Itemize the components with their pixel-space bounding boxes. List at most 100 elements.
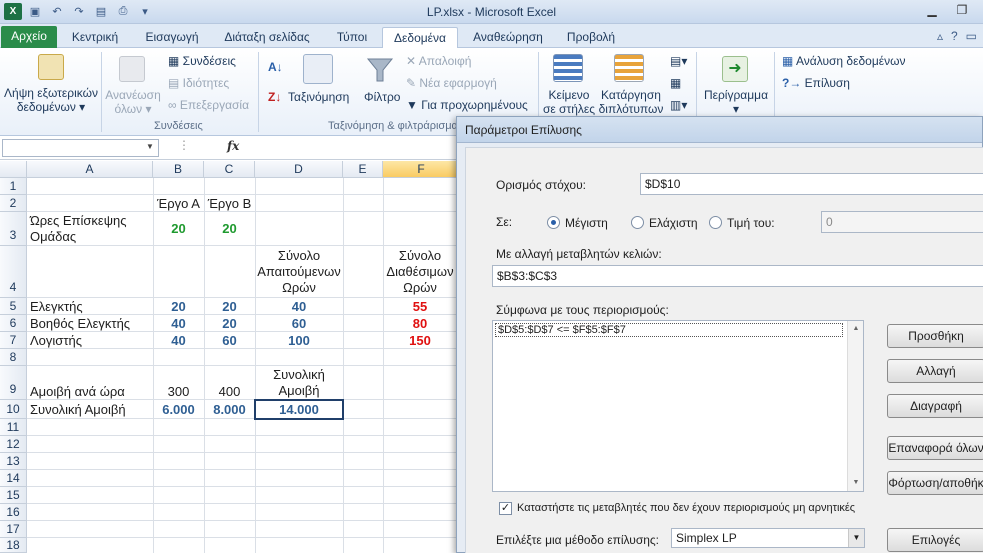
- add-button[interactable]: Προσθήκη: [887, 324, 983, 348]
- row-header[interactable]: 2: [0, 195, 27, 212]
- cell-a7[interactable]: Λογιστής: [27, 332, 153, 349]
- filter-button[interactable]: Φίλτρο: [364, 90, 400, 104]
- column-header-f[interactable]: F: [383, 161, 460, 178]
- constraints-scrollbar[interactable]: ▲ ▼: [847, 321, 863, 491]
- cell-a10[interactable]: Συνολική Αμοιβή: [27, 400, 153, 419]
- cell-c5[interactable]: 20: [204, 298, 255, 315]
- what-if-icon[interactable]: ▥▾: [670, 98, 687, 112]
- row-header[interactable]: 14: [0, 470, 27, 487]
- min-radio[interactable]: [631, 216, 644, 229]
- cell-a3[interactable]: Ώρες Επίσκεψης Ομάδας: [27, 212, 147, 246]
- row-header[interactable]: 13: [0, 453, 27, 470]
- row-header[interactable]: 10: [0, 400, 27, 419]
- cell-c9[interactable]: 400: [204, 383, 255, 400]
- row-header[interactable]: 15: [0, 487, 27, 504]
- cell-d9[interactable]: Συνολική Αμοιβή: [255, 366, 343, 400]
- scroll-down-icon[interactable]: ▼: [848, 475, 864, 491]
- row-header[interactable]: 4: [0, 246, 27, 298]
- tab-page-layout[interactable]: Διάταξη σελίδας: [218, 27, 316, 48]
- sort-button[interactable]: Ταξινόμηση: [288, 90, 349, 104]
- name-box-dropdown-icon[interactable]: ▼: [146, 142, 154, 151]
- column-header-d[interactable]: D: [255, 161, 343, 178]
- cell-c3[interactable]: 20: [204, 212, 255, 246]
- get-external-data-button[interactable]: Λήψη εξωτερικών δεδομένων ▾: [2, 86, 100, 114]
- max-radio[interactable]: [547, 216, 560, 229]
- column-header-a[interactable]: A: [27, 161, 153, 178]
- cell-c2[interactable]: Έργο Β: [204, 195, 255, 212]
- constraints-list[interactable]: $D$5:$D$7 <= $F$5:$F$7 ▲ ▼: [492, 320, 864, 492]
- solver-button[interactable]: ?→ Επίλυση: [782, 76, 850, 90]
- row-header[interactable]: 18: [0, 538, 27, 553]
- cell-a5[interactable]: Ελεγκτής: [27, 298, 153, 315]
- tab-review[interactable]: Αναθεώρηση: [466, 27, 550, 48]
- data-validation-icon[interactable]: ▤▾: [670, 54, 687, 68]
- column-header-b[interactable]: B: [153, 161, 204, 178]
- nonnegative-checkbox[interactable]: ✓: [499, 502, 512, 515]
- cell-b2[interactable]: Έργο Α: [153, 195, 204, 212]
- clear-button[interactable]: ✕ Απαλοιφή: [406, 54, 471, 68]
- cell-c7[interactable]: 60: [204, 332, 255, 349]
- properties-button[interactable]: ▤ Ιδιότητες: [168, 76, 229, 90]
- row-header[interactable]: 12: [0, 436, 27, 453]
- cell-f7[interactable]: 150: [383, 332, 457, 349]
- row-header[interactable]: 7: [0, 332, 27, 349]
- cell-b7[interactable]: 40: [153, 332, 204, 349]
- column-header-e[interactable]: E: [343, 161, 383, 178]
- row-header[interactable]: 16: [0, 504, 27, 521]
- column-header-c[interactable]: C: [204, 161, 255, 178]
- cell-f6[interactable]: 80: [383, 315, 457, 332]
- row-header[interactable]: 1: [0, 178, 27, 195]
- value-of-radio[interactable]: [709, 216, 722, 229]
- connections-button[interactable]: ▦ Συνδέσεις: [168, 54, 236, 68]
- worksheet-grid[interactable]: A B C D E F 1 2 3 4 5 6 7 8 9 10 11 12 1…: [0, 161, 460, 553]
- consolidate-icon[interactable]: ▦: [670, 76, 681, 90]
- change-button[interactable]: Αλλαγή: [887, 359, 983, 383]
- reapply-button[interactable]: ✎ Νέα εφαρμογή: [406, 76, 497, 90]
- row-header[interactable]: 9: [0, 366, 27, 400]
- objective-input[interactable]: $D$10: [640, 173, 983, 195]
- advanced-filter-button[interactable]: ▼ Για προχωρημένους: [406, 98, 528, 112]
- help-icon[interactable]: ?: [951, 29, 958, 43]
- changing-cells-input[interactable]: $B$3:$C$3: [492, 265, 983, 287]
- value-of-input[interactable]: 0: [821, 211, 983, 233]
- options-button[interactable]: Επιλογές: [887, 528, 983, 552]
- cell-d6[interactable]: 60: [255, 315, 343, 332]
- tab-formulas[interactable]: Τύποι: [330, 27, 374, 48]
- row-header[interactable]: 17: [0, 521, 27, 538]
- select-all-corner[interactable]: [0, 161, 27, 178]
- tab-view[interactable]: Προβολή: [564, 27, 618, 48]
- insert-function-icon[interactable]: fx: [227, 139, 239, 153]
- restore-icon[interactable]: ❐: [947, 0, 977, 20]
- cell-b9[interactable]: 300: [153, 383, 204, 400]
- tab-data[interactable]: Δεδομένα: [382, 27, 458, 48]
- row-header[interactable]: 6: [0, 315, 27, 332]
- tab-insert[interactable]: Εισαγωγή: [140, 27, 204, 48]
- data-analysis-button[interactable]: ▦ Ανάλυση δεδομένων: [782, 54, 905, 68]
- cell-b10[interactable]: 6.000: [153, 400, 204, 419]
- row-header[interactable]: 3: [0, 212, 27, 246]
- outline-button[interactable]: Περίγραμμα ▾: [700, 88, 772, 116]
- cell-c10[interactable]: 8.000: [204, 400, 255, 419]
- chevron-down-icon[interactable]: ▼: [848, 529, 864, 547]
- cell-b5[interactable]: 20: [153, 298, 204, 315]
- cell-b3[interactable]: 20: [153, 212, 204, 246]
- method-select[interactable]: Simplex LP ▼: [671, 528, 865, 548]
- refresh-all-button[interactable]: Ανανέωση όλων ▾: [104, 88, 162, 116]
- cell-a6[interactable]: Βοηθός Ελεγκτής: [27, 315, 153, 332]
- reset-all-button[interactable]: Επαναφορά όλων: [887, 436, 983, 460]
- restore-workbook-icon[interactable]: ▭: [966, 29, 977, 43]
- remove-duplicates-button[interactable]: Κατάργηση διπλότυπων: [598, 88, 664, 116]
- cell-d7[interactable]: 100: [255, 332, 343, 349]
- scroll-up-icon[interactable]: ▲: [848, 321, 864, 337]
- cell-a9[interactable]: Αμοιβή ανά ώρα: [27, 383, 153, 400]
- delete-button[interactable]: Διαγραφή: [887, 394, 983, 418]
- row-header[interactable]: 8: [0, 349, 27, 366]
- cell-d4[interactable]: Σύνολο Απαιτούμενων Ωρών: [255, 246, 343, 298]
- tab-home[interactable]: Κεντρική: [64, 27, 126, 48]
- tab-file[interactable]: Αρχείο: [1, 26, 57, 48]
- text-to-columns-button[interactable]: Κείμενο σε στήλες: [541, 88, 597, 116]
- cell-c6[interactable]: 20: [204, 315, 255, 332]
- name-box[interactable]: [2, 139, 159, 157]
- formula-bar-resize-icon[interactable]: ⋮: [178, 138, 190, 152]
- minimize-ribbon-icon[interactable]: ▵: [937, 29, 943, 43]
